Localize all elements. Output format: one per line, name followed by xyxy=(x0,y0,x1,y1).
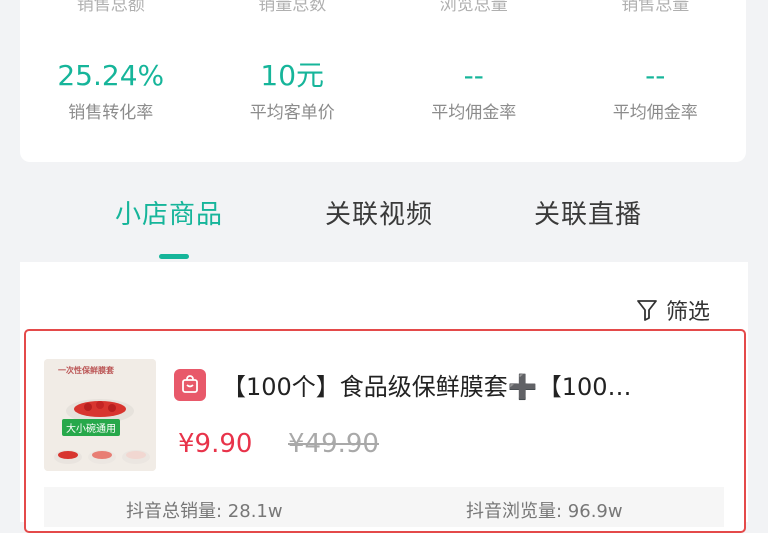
filter-icon xyxy=(636,298,658,322)
stat-label: 销售总额 xyxy=(76,0,145,15)
stat-label: 平均佣金率 xyxy=(612,103,698,123)
stat-avg-commission-2: -- 平均佣金率 xyxy=(565,58,747,123)
stat-value: -- xyxy=(645,59,666,92)
active-tab-indicator xyxy=(159,254,189,259)
stat-label: 平均佣金率 xyxy=(431,103,517,123)
stat-avg-commission: -- 平均佣金率 xyxy=(383,58,565,123)
tab-shop-products[interactable]: 小店商品 xyxy=(115,194,223,231)
tab-related-videos[interactable]: 关联视频 xyxy=(325,194,433,231)
filter-label: 筛选 xyxy=(665,300,710,325)
stat-label: 平均客单价 xyxy=(249,103,335,123)
stat-value: 25.24% xyxy=(57,59,165,92)
product-card[interactable]: 一次性保鲜膜套 大小碗通用 【100个】食品级保鲜膜套➕【100… ¥9.90 … xyxy=(24,329,746,533)
thumb-tag: 大小碗通用 xyxy=(62,419,120,436)
stat-label: 浏览总量 xyxy=(439,0,508,15)
product-title[interactable]: 【100个】食品级保鲜膜套➕【100… xyxy=(222,367,732,402)
stat-item: 浏览总量 xyxy=(383,0,565,15)
stats-card: 销售总额 销量总数 浏览总量 销售总量 25.24% 销售转化率 10元 平均客… xyxy=(20,0,746,162)
stats-main-row: 25.24% 销售转化率 10元 平均客单价 -- 平均佣金率 -- 平均佣金率 xyxy=(20,58,746,123)
product-thumbnail[interactable]: 一次性保鲜膜套 大小碗通用 xyxy=(44,359,156,471)
filter-button[interactable]: 筛选 xyxy=(636,294,710,326)
tab-related-live[interactable]: 关联直播 xyxy=(534,194,642,231)
stat-label: 销售总量 xyxy=(621,0,690,15)
product-total-sales: 抖音总销量: 28.1w xyxy=(126,501,283,522)
stat-item: 销售总量 xyxy=(565,0,747,15)
stat-value: -- xyxy=(463,59,484,92)
shop-bag-icon xyxy=(174,369,206,401)
stats-top-row: 销售总额 销量总数 浏览总量 销售总量 xyxy=(20,0,746,15)
product-price: ¥9.90 xyxy=(178,429,253,459)
stat-avg-order-price: 10元 平均客单价 xyxy=(202,58,384,123)
product-total-views: 抖音浏览量: 96.9w xyxy=(466,501,623,522)
stat-item: 销售总额 xyxy=(20,0,202,15)
product-original-price: ¥49.90 xyxy=(288,429,379,459)
stat-item: 销量总数 xyxy=(202,0,384,15)
stat-conversion-rate: 25.24% 销售转化率 xyxy=(20,58,202,123)
thumb-banner: 一次性保鲜膜套 xyxy=(58,366,114,375)
stat-label: 销售转化率 xyxy=(68,103,154,123)
stat-label: 销量总数 xyxy=(258,0,327,15)
stat-value: 10元 xyxy=(260,59,325,92)
tab-bar: 小店商品 关联视频 关联直播 xyxy=(0,186,768,262)
